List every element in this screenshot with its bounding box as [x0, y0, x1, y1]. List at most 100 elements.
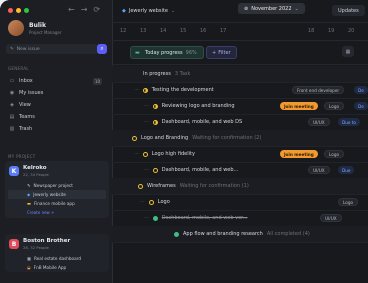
history-nav: ←→⟳: [68, 5, 106, 14]
date-day[interactable]: 13: [140, 28, 146, 34]
group-row[interactable]: In progress 3 Task: [112, 66, 368, 83]
project-logo: B: [9, 239, 19, 249]
tag-chip[interactable]: UI/UX: [320, 214, 342, 222]
window-controls: [8, 8, 29, 13]
task-row[interactable]: ··· Reviewing logo and branding Join mee…: [112, 98, 368, 115]
tree-connector: ···: [144, 215, 149, 221]
half-progress-icon: [152, 103, 158, 109]
half-progress-icon: [152, 119, 158, 125]
tree-connector: ···: [144, 167, 149, 173]
workspace-selector[interactable]: ◆ Jewerly website ⌄: [122, 8, 175, 14]
plus-icon: +: [212, 49, 217, 56]
date-day[interactable]: 16: [200, 28, 206, 34]
pending-icon: [142, 151, 148, 157]
tag-chip[interactable]: Logo: [338, 198, 359, 206]
project-header[interactable]: B Boston Brother 26, 32 People: [5, 234, 109, 254]
sidebar-item-inbox[interactable]: ▭ Inbox 10: [6, 76, 106, 86]
tag-chip[interactable]: Logo: [324, 102, 345, 110]
date-day[interactable]: 12: [120, 28, 126, 34]
sidebar-item-trash[interactable]: ▥ Trash: [6, 124, 106, 134]
minimize-window-icon[interactable]: [16, 8, 21, 13]
zoom-window-icon[interactable]: [24, 8, 29, 13]
filter-button[interactable]: + Filter: [206, 46, 237, 59]
chevron-down-icon: ⌄: [294, 5, 299, 12]
due-chip[interactable]: De: [354, 86, 368, 94]
user-profile[interactable]: Bulik Project Manager: [8, 20, 62, 36]
sidebar-item-label: My issues: [19, 90, 44, 96]
date-day[interactable]: 14: [160, 28, 166, 34]
today-progress-button[interactable]: ▬ Today progress 96%: [130, 46, 204, 59]
calendar-icon: ⊚: [244, 5, 249, 12]
task-row[interactable]: ··· Dashboard, mobile, and web ver... UI…: [112, 210, 368, 227]
date-day[interactable]: 17: [220, 28, 226, 34]
sidebar-item-view[interactable]: ◈ View: [6, 100, 106, 110]
project-item[interactable]: ▬ Finance mobile app: [5, 199, 109, 208]
project-item-label: Newspaper project: [33, 183, 73, 188]
date-day[interactable]: 20: [348, 28, 354, 34]
group-title: Wireframes: [147, 183, 176, 189]
join-meeting-chip[interactable]: Join meeting: [280, 102, 318, 110]
inbox-icon: ▭: [9, 78, 15, 84]
task-title: Logo high fidelity: [151, 151, 195, 157]
project-header[interactable]: K Kelroko 22, 34 People: [5, 161, 109, 181]
group-row[interactable]: Logo and Branding Waiting for confirmati…: [112, 130, 368, 147]
task-title: Logo: [157, 199, 170, 205]
teams-icon: ▤: [9, 114, 15, 120]
updates-button[interactable]: Updates: [332, 5, 365, 16]
project-item[interactable]: ◒ FnB Mobile App: [5, 263, 109, 272]
sidebar-item-label: Trash: [19, 126, 33, 132]
sidebar-item-my-issues[interactable]: ◉ My issues: [6, 88, 106, 98]
task-row[interactable]: ··· Logo high fidelity Join meeting Logo: [112, 146, 368, 163]
inbox-count-badge: 10: [92, 77, 102, 85]
view-icon: ◈: [10, 102, 14, 108]
task-row[interactable]: ··· Logo Logo: [112, 194, 368, 211]
group-meta: All completed (4): [266, 231, 310, 237]
back-arrow-icon[interactable]: ←: [68, 5, 81, 14]
project-name: Boston Brother: [23, 238, 71, 244]
date-day[interactable]: 18: [308, 28, 314, 34]
tree-connector: ···: [144, 119, 149, 125]
forward-arrow-icon[interactable]: →: [81, 5, 94, 14]
group-title: Logo and Branding: [141, 135, 189, 141]
month-selector[interactable]: ⊚ November 2022 ⌄: [238, 3, 305, 14]
date-day[interactable]: 19: [328, 28, 334, 34]
project-boston-brother: B Boston Brother 26, 32 People ▦ Real est…: [5, 234, 109, 272]
search-button[interactable]: ⌕: [97, 44, 107, 54]
pending-icon: [138, 183, 143, 189]
due-chip[interactable]: Due to: [338, 118, 360, 126]
tag-chip[interactable]: UI/UX: [308, 166, 330, 174]
project-item[interactable]: ✎ Newspaper project: [5, 181, 109, 190]
view-toggle-button[interactable]: ▦: [342, 46, 354, 57]
project-item[interactable]: ▦ Real estate dashboard: [5, 254, 109, 263]
task-row[interactable]: ··· Dashboard, mobile, and web DS UI/UX …: [112, 114, 368, 131]
group-meta: Waiting for confirmation (1): [179, 183, 249, 189]
progress-percent: 96%: [185, 49, 197, 56]
create-new-link[interactable]: Create new +: [5, 208, 109, 218]
task-row[interactable]: ··· Testing the development Front end de…: [112, 82, 368, 99]
avatar: [8, 20, 24, 36]
tag-chip[interactable]: UI/UX: [308, 118, 330, 126]
tag-chip[interactable]: Logo: [324, 150, 345, 158]
sidebar-item-teams[interactable]: ▤ Teams: [6, 112, 106, 122]
date-day[interactable]: 15: [180, 28, 186, 34]
refresh-icon[interactable]: ⟳: [93, 5, 106, 14]
new-issue-input[interactable]: ✎ New issue: [6, 44, 98, 54]
group-row[interactable]: App flow and branding research All compl…: [112, 226, 368, 243]
close-window-icon[interactable]: [8, 8, 13, 13]
join-meeting-chip[interactable]: Join meeting: [280, 150, 318, 158]
task-title: Testing the development: [151, 87, 214, 93]
task-title: Dashboard, mobile, and web DS: [161, 119, 243, 125]
project-item-active[interactable]: ◆ Jewerly website: [8, 190, 106, 199]
task-title: Dashboard, mobile, and web...: [161, 167, 239, 173]
tag-chip[interactable]: Front end developer: [292, 86, 345, 94]
due-chip[interactable]: Due: [338, 166, 355, 174]
group-meta: Waiting for confirmation (2): [192, 135, 262, 141]
project-item-label: Real estate dashboard: [33, 256, 81, 261]
due-chip[interactable]: De: [354, 102, 368, 110]
task-row[interactable]: ··· Dashboard, mobile, and web... UI/UX …: [112, 162, 368, 179]
group-row[interactable]: Wireframes Waiting for confirmation (1): [112, 178, 368, 195]
sidebar-item-label: View: [19, 102, 31, 108]
in-progress-icon: [134, 72, 139, 77]
tree-connector: ···: [144, 103, 149, 109]
month-label: November 2022: [251, 5, 292, 12]
